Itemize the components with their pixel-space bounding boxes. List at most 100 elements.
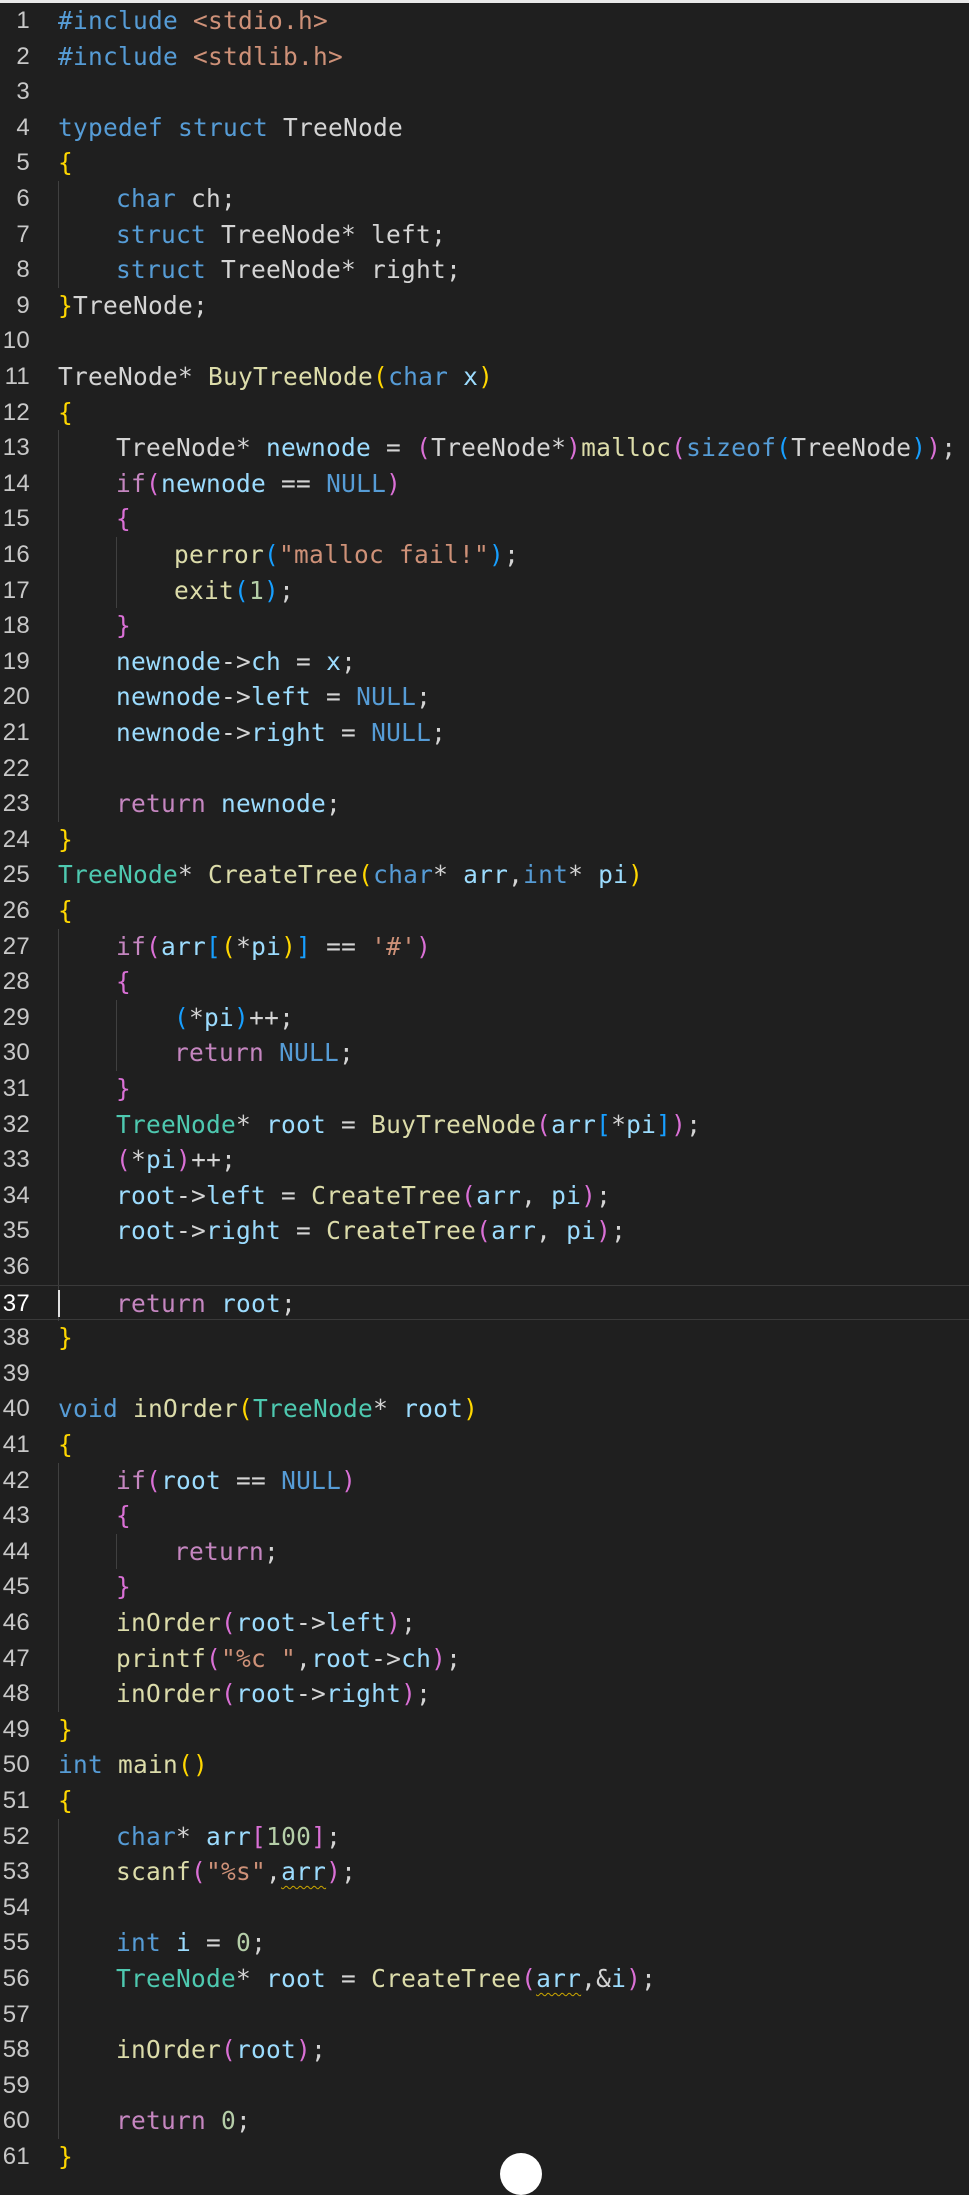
scroll-handle[interactable] bbox=[500, 2153, 542, 2195]
code-line[interactable]: 44 return; bbox=[0, 1533, 969, 1570]
code-line[interactable]: 47 printf("%c ",root->ch); bbox=[0, 1640, 969, 1677]
line-number: 2 bbox=[16, 42, 30, 70]
code-token: right bbox=[251, 718, 327, 747]
code-token: printf bbox=[116, 1643, 207, 1673]
code-token: typedef bbox=[58, 112, 179, 142]
code-token: * bbox=[551, 433, 567, 463]
code-token: ( bbox=[146, 1465, 162, 1495]
code-token: ) bbox=[176, 1145, 192, 1175]
code-line[interactable]: 22 bbox=[0, 750, 969, 787]
code-line[interactable]: 1 #include <stdio.h> bbox=[0, 3, 969, 39]
code-token: ; bbox=[596, 1180, 612, 1210]
code-token: , bbox=[508, 860, 524, 890]
code-line[interactable]: 6 char ch; bbox=[0, 181, 969, 217]
code-token: ; bbox=[339, 1038, 355, 1068]
indent-guide bbox=[116, 572, 117, 609]
code-line[interactable]: 39 bbox=[0, 1356, 969, 1392]
code-line[interactable]: 41 { bbox=[0, 1427, 969, 1463]
indent-guide bbox=[58, 430, 59, 466]
line-number: 28 bbox=[2, 968, 30, 996]
code-line[interactable]: 21 newnode->right = NULL; bbox=[0, 715, 969, 751]
code-line[interactable]: 2 #include <stdlib.h> bbox=[0, 39, 969, 75]
code-line[interactable]: 35 root->right = CreateTree(arr, pi); bbox=[0, 1213, 969, 1249]
code-line[interactable]: 15 { bbox=[0, 501, 969, 537]
code-editor[interactable]: 1 #include <stdio.h> 2 #include <stdlib.h> 3… bbox=[0, 0, 969, 2195]
code-line[interactable]: 9}TreeNode; bbox=[0, 288, 969, 324]
code-line[interactable]: 43 { bbox=[0, 1498, 969, 1534]
code-line[interactable]: 31} bbox=[0, 1071, 969, 1107]
code-line[interactable]: 40 void inOrder(TreeNode* root) bbox=[0, 1391, 969, 1427]
code-line[interactable]: 10 bbox=[0, 323, 969, 359]
code-line[interactable]: 24} bbox=[0, 822, 969, 858]
code-token: } bbox=[116, 1572, 132, 1602]
code-line[interactable]: 49} bbox=[0, 1712, 969, 1748]
code-line[interactable]: 46 inOrder(root->left); bbox=[0, 1605, 969, 1641]
code-line[interactable]: 18} bbox=[0, 608, 969, 644]
code-line[interactable]: 51 { bbox=[0, 1783, 969, 1819]
code-text: (*pi)++; bbox=[116, 1142, 236, 1178]
code-token: == bbox=[266, 468, 327, 498]
code-token: * bbox=[236, 1109, 267, 1139]
code-token: newnode bbox=[221, 789, 327, 819]
code-line[interactable]: 26 { bbox=[0, 893, 969, 929]
code-line[interactable]: 50 int main() bbox=[0, 1747, 969, 1783]
code-token: = bbox=[281, 1216, 327, 1246]
code-token: -> bbox=[221, 646, 252, 676]
code-line[interactable]: 37 return root; bbox=[0, 1284, 969, 1322]
code-text: } bbox=[58, 2139, 73, 2175]
code-token: left bbox=[251, 682, 312, 712]
code-line[interactable]: 30 return NULL; bbox=[0, 1035, 969, 1071]
code-line[interactable]: 20 newnode->left = NULL; bbox=[0, 679, 969, 715]
code-line[interactable]: 57 bbox=[0, 1996, 969, 2033]
line-number: 11 bbox=[4, 363, 30, 390]
code-line[interactable]: 32 TreeNode* root = BuyTreeNode(arr[*pi])… bbox=[0, 1106, 969, 1143]
code-line[interactable]: 45} bbox=[0, 1569, 969, 1605]
code-line[interactable]: 55 int i = 0; bbox=[0, 1925, 969, 1961]
code-token: root bbox=[116, 1180, 177, 1210]
code-line[interactable]: 25 TreeNode* CreateTree(char* arr,int* pi… bbox=[0, 857, 969, 893]
code-line[interactable]: 11 TreeNode* BuyTreeNode(char x) bbox=[0, 359, 969, 395]
line-number: 1 bbox=[16, 7, 30, 34]
code-text: #include <stdlib.h> bbox=[58, 39, 343, 75]
code-text: perror("malloc fail!"); bbox=[174, 537, 519, 573]
code-line[interactable]: 53 scanf("%s",arr); bbox=[0, 1854, 969, 1890]
indent-guide bbox=[58, 2067, 59, 2104]
code-token: ( bbox=[776, 433, 792, 463]
code-line[interactable]: 60 return 0; bbox=[0, 2103, 969, 2139]
code-line[interactable]: 61} bbox=[0, 2139, 969, 2175]
code-token: { bbox=[58, 896, 74, 925]
code-line[interactable]: 27 if(arr[(*pi)] == '#') bbox=[0, 928, 969, 965]
code-line[interactable]: 52 char* arr[100]; bbox=[0, 1818, 969, 1855]
code-token: * bbox=[373, 1394, 404, 1424]
code-token: left bbox=[326, 1608, 387, 1637]
code-line[interactable]: 3 bbox=[0, 74, 969, 110]
code-line[interactable]: 23 return newnode; bbox=[0, 786, 969, 822]
code-line[interactable]: 8 struct TreeNode* right; bbox=[0, 252, 969, 288]
code-line[interactable]: 42 if(root == NULL) bbox=[0, 1462, 969, 1499]
line-number: 18 bbox=[2, 612, 30, 640]
code-line[interactable]: 28 { bbox=[0, 964, 969, 1000]
code-line[interactable]: 59 bbox=[0, 2067, 969, 2104]
code-line[interactable]: 36 bbox=[0, 1249, 969, 1285]
code-line[interactable]: 34 root->left = CreateTree(arr, pi); bbox=[0, 1177, 969, 1214]
code-line[interactable]: 4 typedef struct TreeNode bbox=[0, 110, 969, 146]
code-line[interactable]: 13 TreeNode* newnode = (TreeNode*)malloc(… bbox=[0, 430, 969, 466]
code-line[interactable]: 38} bbox=[0, 1320, 969, 1356]
code-token: TreeNode bbox=[431, 433, 552, 463]
code-line[interactable]: 29 (*pi)++; bbox=[0, 999, 969, 1036]
code-line[interactable]: 12 { bbox=[0, 395, 969, 431]
code-token: NULL bbox=[371, 718, 432, 747]
code-line[interactable]: 58 inOrder(root); bbox=[0, 2032, 969, 2068]
code-line[interactable]: 33 (*pi)++; bbox=[0, 1142, 969, 1178]
code-line[interactable]: 54 bbox=[0, 1889, 969, 1926]
code-line[interactable]: 19 newnode->ch = x; bbox=[0, 643, 969, 680]
code-token: root bbox=[266, 1109, 327, 1139]
code-line[interactable]: 16 perror("malloc fail!"); bbox=[0, 537, 969, 573]
code-line[interactable]: 14 if(newnode == NULL) bbox=[0, 465, 969, 502]
code-line[interactable]: 48 inOrder(root->right); bbox=[0, 1676, 969, 1712]
code-token: root bbox=[236, 2035, 297, 2065]
code-line[interactable]: 5{ bbox=[0, 145, 969, 181]
code-line[interactable]: 7 struct TreeNode* left; bbox=[0, 216, 969, 253]
code-line[interactable]: 56 TreeNode* root = CreateTree(arr,&i); bbox=[0, 1961, 969, 1997]
code-line[interactable]: 17 exit(1); bbox=[0, 572, 969, 609]
